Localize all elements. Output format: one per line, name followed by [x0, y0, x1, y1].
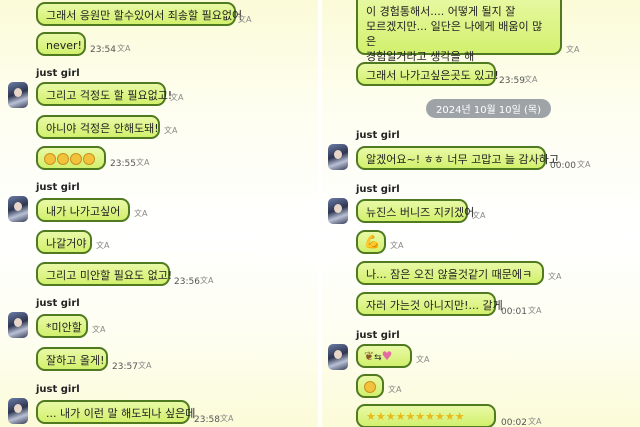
avatar[interactable]: [8, 398, 28, 424]
translate-icon[interactable]: 文A: [416, 354, 429, 365]
translate-icon[interactable]: 文A: [117, 43, 130, 54]
smile-emoji: [70, 153, 82, 165]
translate-icon[interactable]: 文A: [170, 92, 183, 103]
translate-icon[interactable]: 文A: [96, 240, 109, 251]
message-bubble[interactable]: 💪: [356, 230, 386, 254]
translate-icon[interactable]: 文A: [524, 74, 537, 85]
message-text: 아니야 걱정은 안해도돼!: [46, 122, 159, 135]
end-arrow-emoji: ⇆: [374, 353, 382, 363]
message-bubble[interactable]: 나... 잠은 오진 않을것같기 때문에ㅋ: [356, 261, 544, 285]
date-divider: 2024년 10월 10일 (목): [426, 99, 552, 118]
message-bubble[interactable]: 나갈거야: [36, 230, 92, 254]
message-bubble[interactable]: 그리고 미안할 필요도 없고!: [36, 262, 173, 286]
timestamp: 00:02: [501, 418, 527, 427]
translate-icon[interactable]: 文A: [220, 413, 233, 424]
timestamp: 00:00: [550, 161, 576, 171]
message-bubble[interactable]: 알겠어요~! ㅎㅎ 너무 고맙고 늘 감사하고: [356, 146, 559, 170]
sender-name: just girl: [36, 384, 80, 395]
sender-name: just girl: [36, 68, 80, 79]
sender-name: just girl: [356, 330, 400, 341]
message-bubble[interactable]: 잘하고 올게!: [36, 347, 108, 371]
message-bubble[interactable]: [356, 374, 384, 398]
message-bubble[interactable]: 이 경험통해서.... 어떻게 될지 잘 모르겠지만... 일단은 나에게 배움…: [356, 0, 562, 63]
timestamp: 23:59: [499, 76, 525, 86]
message-bubble[interactable]: 자러 가는것 아니지만!... 갈게: [356, 292, 503, 316]
translate-icon[interactable]: 文A: [548, 271, 561, 282]
message-text: 자러 가는것 아니지만!... 갈게: [366, 299, 503, 312]
message-text: ... 내가 이런 말 해도되나 싶은데: [46, 407, 196, 420]
message-bubble[interactable]: ★★★★★★★★★★: [356, 404, 496, 427]
avatar[interactable]: [328, 144, 348, 170]
flexed-biceps-emoji: 💪: [364, 235, 381, 250]
message-text: 나... 잠은 오진 않을것같기 때문에ㅋ: [366, 268, 533, 281]
heart-emoji: ♥: [381, 349, 393, 363]
translate-icon[interactable]: 文A: [136, 157, 149, 168]
message-bubble[interactable]: 그래서 응원만 할수있어서 죄송할 필요없어: [36, 2, 242, 26]
message-bubble[interactable]: 뉴진스 버니즈 지키겠어: [356, 199, 474, 223]
message-bubble[interactable]: ... 내가 이런 말 해도되나 싶은데: [36, 400, 195, 424]
message-text: 잘하고 올게!: [46, 354, 105, 367]
translate-icon[interactable]: 文A: [390, 240, 403, 251]
translate-icon[interactable]: 文A: [164, 125, 177, 136]
message-text: 뉴진스 버니즈 지키겠어: [366, 206, 475, 219]
message-bubble[interactable]: ❦⇆♥: [356, 344, 412, 368]
translate-icon[interactable]: 文A: [577, 159, 590, 170]
sender-name: just girl: [356, 184, 400, 195]
message-text: 이 경험통해서.... 어떻게 될지 잘: [366, 5, 516, 18]
message-bubble[interactable]: never!: [36, 32, 86, 56]
translate-icon[interactable]: 文A: [472, 210, 485, 221]
translate-icon[interactable]: 文A: [238, 14, 251, 25]
timestamp: 23:56: [174, 277, 200, 287]
timestamp: 23:54: [90, 45, 116, 55]
message-text: 내가 나가고싶어: [46, 205, 121, 218]
avatar[interactable]: [8, 312, 28, 338]
star-emoji: ★★★★★★★★★★: [366, 410, 465, 423]
translate-icon[interactable]: 文A: [528, 416, 541, 427]
message-text: 그리고 미안할 필요도 없고!: [46, 269, 173, 282]
avatar[interactable]: [328, 344, 348, 370]
date-divider-label: 2024년 10월 10일 (목): [436, 105, 542, 116]
translate-icon[interactable]: 文A: [388, 384, 401, 395]
translate-icon[interactable]: 文A: [92, 324, 105, 335]
message-text: 모르겠지만... 일단은 나에게 배움이 많은: [366, 20, 543, 48]
message-bubble[interactable]: 그리고 걱정도 할 필요없고!: [36, 82, 172, 106]
avatar[interactable]: [328, 198, 348, 224]
message-text: *미안할: [46, 321, 82, 334]
timestamp: 23:57: [112, 362, 138, 372]
message-bubble[interactable]: 아니야 걱정은 안해도돼!: [36, 115, 160, 139]
smile-emoji: [83, 153, 95, 165]
timestamp: 23:55: [110, 159, 136, 169]
timestamp: 23:58: [194, 415, 220, 425]
sender-name: just girl: [36, 298, 80, 309]
avatar[interactable]: [8, 196, 28, 222]
leaf-emoji: ❦: [364, 349, 375, 363]
smile-emoji: [57, 153, 69, 165]
message-text: 나갈거야: [46, 237, 87, 250]
translate-icon[interactable]: 文A: [200, 275, 213, 286]
sender-name: just girl: [36, 182, 80, 193]
translate-icon[interactable]: 文A: [138, 360, 151, 371]
message-bubble[interactable]: 내가 나가고싶어: [36, 198, 130, 222]
message-text: 알겠어요~! ㅎㅎ 너무 고맙고 늘 감사하고: [366, 153, 560, 166]
timestamp: 00:01: [501, 307, 527, 317]
message-text: never!: [46, 39, 82, 52]
smile-emoji: [364, 381, 376, 393]
message-text: 그리고 걱정도 할 필요없고!: [46, 89, 173, 102]
message-bubble[interactable]: 그래서 나가고싶은곳도 있고!: [356, 62, 499, 86]
chat-panel-right[interactable]: 이 경험통해서.... 어떻게 될지 잘 모르겠지만... 일단은 나에게 배움…: [322, 0, 640, 427]
smile-emoji: [44, 153, 56, 165]
message-bubble[interactable]: [36, 146, 106, 170]
message-text: 그래서 나가고싶은곳도 있고!: [366, 69, 499, 82]
sender-name: just girl: [356, 130, 400, 141]
translate-icon[interactable]: 文A: [528, 305, 541, 316]
message-text: 그래서 응원만 할수있어서 죄송할 필요없어: [46, 9, 243, 22]
translate-icon[interactable]: 文A: [134, 208, 147, 219]
chat-panel-left[interactable]: 그래서 응원만 할수있어서 죄송할 필요없어 文A never! 23:54 文…: [0, 0, 318, 427]
translate-icon[interactable]: 文A: [566, 44, 579, 55]
avatar[interactable]: [8, 82, 28, 108]
message-bubble[interactable]: *미안할: [36, 314, 88, 338]
